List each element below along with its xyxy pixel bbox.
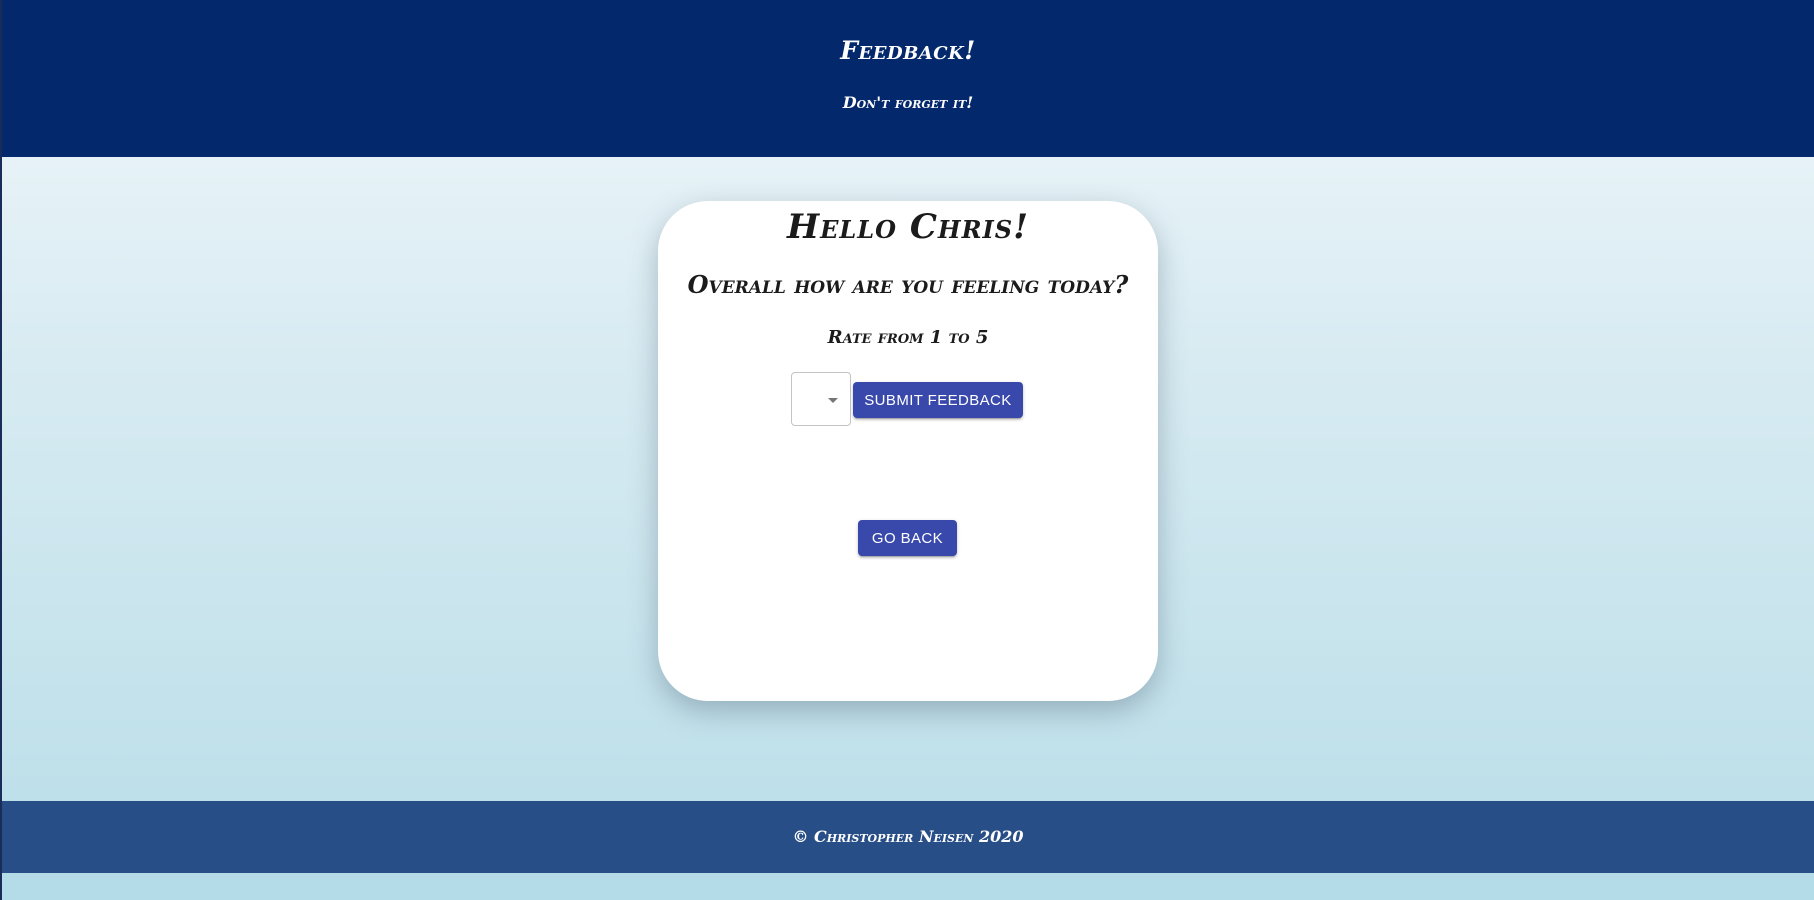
greeting-heading: Hello Chris! bbox=[786, 207, 1030, 247]
submit-feedback-button[interactable]: Submit Feedback bbox=[853, 382, 1023, 418]
go-back-button[interactable]: Go Back bbox=[858, 520, 957, 556]
copyright-text: © Christopher Neisen 2020 bbox=[792, 827, 1024, 846]
feeling-question: Overall how are you feeling today? bbox=[687, 270, 1129, 299]
site-title: Feedback! bbox=[840, 36, 976, 65]
feedback-card: Hello Chris! Overall how are you feeling… bbox=[658, 201, 1158, 701]
rate-label: Rate from 1 to 5 bbox=[827, 327, 989, 348]
site-header: Feedback! Don't forget it! bbox=[2, 0, 1814, 157]
chevron-down-icon bbox=[828, 398, 838, 403]
rating-select[interactable] bbox=[791, 372, 851, 426]
site-subtitle: Don't forget it! bbox=[842, 93, 974, 112]
site-footer: © Christopher Neisen 2020 bbox=[2, 801, 1814, 873]
bottom-strip bbox=[2, 873, 1814, 900]
